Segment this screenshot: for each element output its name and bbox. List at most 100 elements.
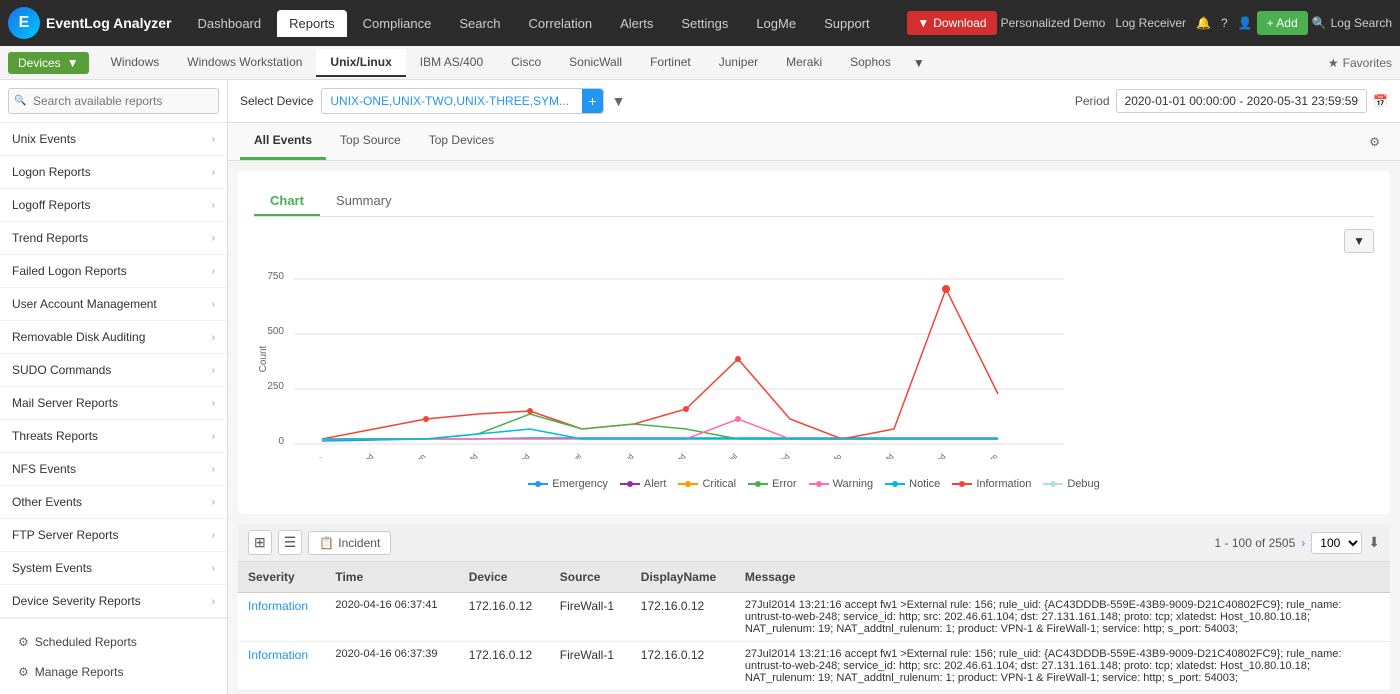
search-icon-nav[interactable]: 🔍 bbox=[1312, 16, 1327, 30]
log-search-label[interactable]: Log Search bbox=[1331, 16, 1392, 30]
tab-windows-workstation[interactable]: Windows Workstation bbox=[173, 49, 316, 77]
favorites-label: Favorites bbox=[1343, 56, 1392, 70]
notification-icon[interactable]: 🔔 bbox=[1196, 16, 1211, 30]
sidebar-item-failed-logon[interactable]: Failed Logon Reports › bbox=[0, 255, 227, 288]
svg-text:kernel: kernel bbox=[562, 452, 584, 459]
tab-unix-linux[interactable]: Unix/Linux bbox=[316, 49, 405, 77]
chart-tab-summary[interactable]: Summary bbox=[320, 187, 408, 216]
subtab-top-devices[interactable]: Top Devices bbox=[415, 123, 508, 160]
col-time: Time bbox=[325, 562, 458, 593]
tab-fortinet[interactable]: Fortinet bbox=[636, 49, 705, 77]
app-name: EventLog Analyzer bbox=[46, 15, 172, 31]
per-page-select[interactable]: 100 50 25 bbox=[1311, 532, 1362, 554]
log-receiver-link[interactable]: Log Receiver bbox=[1115, 16, 1186, 30]
sidebar-item-trend-reports[interactable]: Trend Reports › bbox=[0, 222, 227, 255]
nav-reports[interactable]: Reports bbox=[277, 10, 347, 37]
table-area: ⊞ ☰ 📋 Incident 1 - 100 of 2505 › 100 50 … bbox=[238, 524, 1390, 691]
nav-support[interactable]: Support bbox=[812, 10, 882, 37]
sidebar-item-device-severity[interactable]: Device Severity Reports › bbox=[0, 585, 227, 618]
device-value-input[interactable] bbox=[322, 90, 582, 112]
download-button[interactable]: ▼ Download bbox=[907, 11, 996, 35]
nav-compliance[interactable]: Compliance bbox=[351, 10, 444, 37]
subtab-all-events[interactable]: All Events bbox=[240, 123, 326, 160]
chart-area: Chart Summary ▼ 0 250 500 750 Count bbox=[238, 171, 1390, 514]
legend-alert: Alert bbox=[620, 478, 667, 490]
sidebar-item-nfs-events[interactable]: NFS Events › bbox=[0, 453, 227, 486]
chart-tab-chart[interactable]: Chart bbox=[254, 187, 320, 216]
sidebar-item-threats-reports[interactable]: Threats Reports › bbox=[0, 420, 227, 453]
sidebar-label-sudo-commands: SUDO Commands bbox=[12, 363, 111, 377]
scheduled-reports-link[interactable]: ⚙ Scheduled Reports bbox=[8, 627, 219, 657]
chevron-right-icon: › bbox=[212, 464, 215, 475]
tab-juniper[interactable]: Juniper bbox=[705, 49, 772, 77]
sidebar-label-removable-disk: Removable Disk Auditing bbox=[12, 330, 145, 344]
grid-icon: ⊞ bbox=[254, 534, 266, 550]
filter-icon[interactable]: ▼ bbox=[612, 93, 626, 109]
list-view-button[interactable]: ☰ bbox=[278, 530, 303, 555]
sidebar-label-system-events: System Events bbox=[12, 561, 92, 575]
period-value[interactable]: 2020-01-01 00:00:00 - 2020-05-31 23:59:5… bbox=[1116, 89, 1368, 113]
svg-text:userddd: userddd bbox=[869, 452, 896, 459]
sidebar-item-unix-events[interactable]: Unix Events › bbox=[0, 123, 227, 156]
settings-icon[interactable]: ⚙ bbox=[1361, 127, 1388, 157]
favorites-button[interactable]: ★ Favorites bbox=[1328, 56, 1392, 70]
grid-view-button[interactable]: ⊞ bbox=[248, 530, 272, 555]
tab-windows[interactable]: Windows bbox=[97, 49, 174, 77]
calendar-icon[interactable]: 📅 bbox=[1373, 94, 1388, 108]
incident-label: Incident bbox=[338, 536, 380, 550]
tab-ibm-as400[interactable]: IBM AS/400 bbox=[406, 49, 497, 77]
add-device-button[interactable]: + bbox=[582, 89, 602, 113]
sidebar-item-other-events[interactable]: Other Events › bbox=[0, 486, 227, 519]
user-icon[interactable]: 👤 bbox=[1238, 16, 1253, 30]
chevron-right-icon: › bbox=[212, 134, 215, 145]
chevron-right-icon: › bbox=[212, 365, 215, 376]
chevron-right-icon: › bbox=[212, 266, 215, 277]
data-table: Severity Time Device Source DisplayName … bbox=[238, 562, 1390, 691]
incident-button[interactable]: 📋 Incident bbox=[308, 531, 391, 555]
row2-severity[interactable]: Information bbox=[238, 642, 325, 691]
sidebar-label-nfs-events: NFS Events bbox=[12, 462, 76, 476]
nav-dashboard[interactable]: Dashboard bbox=[186, 10, 274, 37]
sidebar-item-logoff-reports[interactable]: Logoff Reports › bbox=[0, 189, 227, 222]
legend-emergency: Emergency bbox=[528, 478, 608, 490]
sidebar-item-removable-disk[interactable]: Removable Disk Auditing › bbox=[0, 321, 227, 354]
row1-time: 2020-04-16 06:37:41 bbox=[325, 593, 458, 642]
nav-search[interactable]: Search bbox=[447, 10, 512, 37]
star-icon: ★ bbox=[1328, 56, 1339, 70]
tab-cisco[interactable]: Cisco bbox=[497, 49, 555, 77]
download-icon: ▼ bbox=[917, 16, 929, 30]
export-button[interactable]: ⬇ bbox=[1368, 534, 1380, 551]
nav-alerts[interactable]: Alerts bbox=[608, 10, 665, 37]
tab-sophos[interactable]: Sophos bbox=[836, 49, 905, 77]
row1-severity[interactable]: Information bbox=[238, 593, 325, 642]
next-page-button[interactable]: › bbox=[1301, 536, 1305, 550]
new-reports-link[interactable]: 💡 Need new reports? bbox=[8, 687, 219, 694]
add-button[interactable]: + Add bbox=[1257, 11, 1308, 35]
tab-meraki[interactable]: Meraki bbox=[772, 49, 836, 77]
sidebar-item-sudo-commands[interactable]: SUDO Commands › bbox=[0, 354, 227, 387]
help-icon[interactable]: ? bbox=[1221, 16, 1228, 30]
personalized-demo-link[interactable]: Personalized Demo bbox=[1001, 16, 1106, 30]
chevron-right-icon: › bbox=[212, 431, 215, 442]
sidebar-item-logon-reports[interactable]: Logon Reports › bbox=[0, 156, 227, 189]
nav-correlation[interactable]: Correlation bbox=[517, 10, 605, 37]
chart-collapse-button[interactable]: ▼ bbox=[1344, 229, 1374, 253]
sidebar-item-mail-server[interactable]: Mail Server Reports › bbox=[0, 387, 227, 420]
subtab-top-source[interactable]: Top Source bbox=[326, 123, 415, 160]
nav-settings[interactable]: Settings bbox=[669, 10, 740, 37]
line-chart: 0 250 500 750 Count s3timesta... audispd… bbox=[254, 229, 1074, 459]
tab-sonicwall[interactable]: SonicWall bbox=[555, 49, 636, 77]
device-selector[interactable]: Devices ▼ bbox=[8, 52, 89, 74]
download-label: Download bbox=[933, 16, 986, 30]
sidebar-item-system-events[interactable]: System Events › bbox=[0, 552, 227, 585]
search-input[interactable] bbox=[8, 88, 219, 114]
nav-logme[interactable]: LogMe bbox=[744, 10, 808, 37]
legend-debug: Debug bbox=[1043, 478, 1099, 490]
sidebar: Unix Events › Logon Reports › Logoff Rep… bbox=[0, 80, 228, 694]
more-tabs-button[interactable]: ▼ bbox=[905, 50, 933, 76]
manage-reports-link[interactable]: ⚙ Manage Reports bbox=[8, 657, 219, 687]
svg-text:sudo: sudo bbox=[825, 452, 844, 459]
sidebar-item-ftp-server[interactable]: FTP Server Reports › bbox=[0, 519, 227, 552]
col-source: Source bbox=[550, 562, 631, 593]
sidebar-item-user-account[interactable]: User Account Management › bbox=[0, 288, 227, 321]
